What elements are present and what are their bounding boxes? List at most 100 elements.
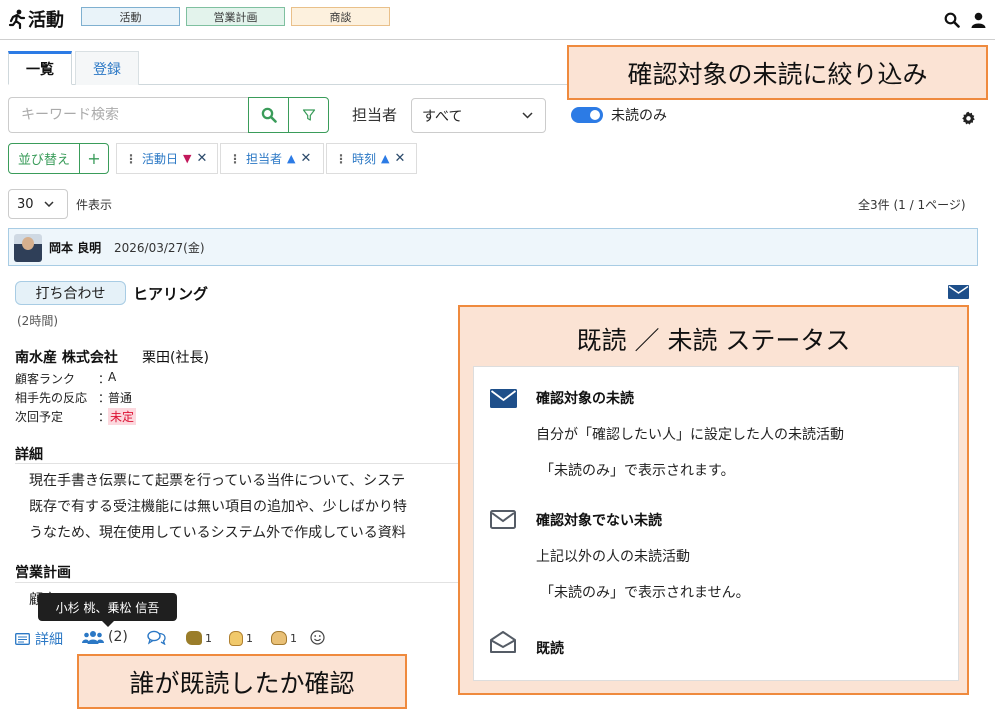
tab-list[interactable]: 一覧 bbox=[8, 51, 72, 85]
legend-title: 確認対象の未読 bbox=[536, 391, 634, 407]
user-name[interactable]: 岡本 良明 bbox=[49, 239, 101, 256]
sort-asc-icon[interactable]: ▲ bbox=[287, 152, 295, 165]
activity-header: 岡本 良明 2026/03/27(金) bbox=[8, 228, 978, 266]
tab-register[interactable]: 登録 bbox=[75, 51, 139, 85]
sort-chip-label: 時刻 bbox=[352, 152, 377, 166]
mail-open-icon bbox=[490, 631, 516, 657]
details-link[interactable]: 詳細 bbox=[15, 629, 63, 649]
mail-icon[interactable] bbox=[948, 285, 969, 299]
per-page-value: 30 bbox=[17, 196, 34, 212]
search-button[interactable] bbox=[248, 97, 289, 133]
readers-tooltip-text: 小杉 桃、乗松 信吾 bbox=[55, 600, 160, 615]
sort-chip-activity-date[interactable]: ⋮ 活動日 ▼ ✕ bbox=[116, 143, 218, 174]
details-line: 既存で有する受注機能には無い項目の追加や、少しばかり特 bbox=[29, 499, 407, 515]
search-icon[interactable] bbox=[943, 11, 961, 29]
plan-heading: 営業計画 bbox=[15, 565, 71, 581]
legend-title: 既読 bbox=[536, 641, 564, 657]
filter-button[interactable] bbox=[288, 97, 329, 133]
drag-handle-icon[interactable]: ⋮ bbox=[335, 152, 347, 166]
reaction-clap[interactable]: 1 bbox=[229, 631, 253, 646]
per-page-suffix: 件表示 bbox=[76, 198, 113, 212]
activity-date: 2026/03/27(金) bbox=[114, 241, 205, 255]
unread-only-toggle[interactable] bbox=[571, 107, 603, 123]
company-name[interactable]: 南水産 株式会社 bbox=[15, 347, 118, 367]
gear-icon[interactable] bbox=[960, 110, 976, 126]
nav-tab-label: 活動 bbox=[119, 10, 142, 24]
sort-chip-owner[interactable]: ⋮ 担当者 ▲ ✕ bbox=[220, 143, 324, 174]
top-bar: 活動 活動 営業計画 商談 bbox=[0, 0, 995, 40]
reaction-thumbs[interactable]: 1 bbox=[186, 631, 212, 645]
activity-type-badge: 打ち合わせ bbox=[15, 281, 126, 305]
duration: (2時間) bbox=[17, 314, 58, 328]
hand-icon bbox=[229, 631, 243, 646]
sort-chip-time[interactable]: ⋮ 時刻 ▲ ✕ bbox=[326, 143, 417, 174]
drag-handle-icon[interactable]: ⋮ bbox=[229, 152, 241, 166]
field-label-reaction: 相手先の反応 bbox=[15, 391, 88, 405]
owner-select[interactable]: すべて bbox=[411, 98, 546, 133]
reaction-count: 1 bbox=[246, 632, 253, 645]
sort-desc-icon[interactable]: ▼ bbox=[183, 152, 191, 165]
users-icon bbox=[82, 631, 104, 644]
tab-register-label: 登録 bbox=[93, 61, 121, 78]
sort-button[interactable]: 並び替え bbox=[8, 143, 80, 174]
nav-tab-deals[interactable]: 商談 bbox=[291, 7, 390, 26]
field-value-reaction: 普通 bbox=[108, 391, 133, 405]
chevron-down-icon bbox=[44, 201, 54, 207]
owner-label: 担当者 bbox=[352, 106, 398, 124]
details-line: 現在手書き伝票にて起票を行っている当件について、システ bbox=[29, 473, 406, 489]
legend-title: 確認対象でない未読 bbox=[536, 513, 662, 529]
close-icon[interactable]: ✕ bbox=[394, 151, 405, 166]
filter-callout: 確認対象の未読に絞り込み bbox=[567, 45, 988, 100]
sort-asc-icon[interactable]: ▲ bbox=[381, 152, 389, 165]
keyword-search-input[interactable] bbox=[8, 97, 249, 133]
search-icon bbox=[261, 107, 277, 123]
add-reaction-icon[interactable] bbox=[310, 630, 325, 649]
reaction-celebrate[interactable]: 1 bbox=[271, 631, 297, 645]
status-legend: 確認対象の未読 自分が「確認したい人」に設定した人の未読活動 「未読のみ」で表示… bbox=[473, 366, 959, 681]
divider bbox=[15, 582, 460, 583]
field-value-next: 未定 bbox=[108, 408, 137, 425]
reaction-count: 1 bbox=[290, 631, 297, 645]
legend-text: 自分が「確認したい人」に設定した人の未読活動 bbox=[536, 427, 844, 443]
avatar[interactable] bbox=[14, 234, 42, 262]
mail-unread-target-icon bbox=[490, 389, 517, 412]
close-icon[interactable]: ✕ bbox=[196, 151, 207, 166]
add-sort-label: + bbox=[87, 149, 101, 168]
owner-select-value: すべて bbox=[422, 108, 463, 125]
tab-list-label: 一覧 bbox=[26, 62, 54, 78]
sort-chip-label: 活動日 bbox=[142, 152, 179, 166]
document-icon bbox=[15, 633, 30, 645]
per-page-select[interactable]: 30 bbox=[8, 189, 68, 219]
drag-handle-icon[interactable]: ⋮ bbox=[125, 152, 137, 166]
sort-chip-label: 担当者 bbox=[246, 152, 283, 166]
comments-icon[interactable] bbox=[147, 630, 166, 649]
nav-tab-activity[interactable]: 活動 bbox=[81, 7, 180, 26]
readers-button[interactable]: (2) bbox=[82, 629, 128, 645]
nav-tab-label: 商談 bbox=[329, 10, 352, 24]
total-count: 全3件 (1 / 1ページ) bbox=[858, 198, 966, 212]
details-line: うなため、現在使用しているシステム外で作成している資料 bbox=[29, 525, 406, 541]
legend-text: 「未読のみ」で表示されません。 bbox=[540, 585, 750, 601]
app-title[interactable]: 活動 bbox=[8, 6, 64, 32]
user-icon[interactable] bbox=[969, 11, 987, 29]
sort-button-label: 並び替え bbox=[17, 153, 70, 168]
legend-text: 上記以外の人の未読活動 bbox=[536, 549, 690, 565]
field-label-next: 次回予定 bbox=[15, 410, 64, 424]
add-sort-button[interactable]: + bbox=[79, 143, 109, 174]
details-link-label: 詳細 bbox=[35, 632, 63, 648]
activity-title[interactable]: ヒアリング bbox=[133, 283, 208, 304]
runner-icon bbox=[8, 9, 26, 29]
legend-text: 「未読のみ」で表示されます。 bbox=[540, 463, 735, 479]
clapping-hands-icon bbox=[271, 631, 287, 645]
readers-tooltip: 小杉 桃、乗松 信吾 bbox=[38, 593, 177, 627]
field-value-rank: A bbox=[108, 370, 117, 384]
close-icon[interactable]: ✕ bbox=[300, 151, 311, 166]
reaction-count: 1 bbox=[205, 631, 212, 645]
nav-tab-sales-plan[interactable]: 営業計画 bbox=[186, 7, 285, 26]
field-label-rank: 顧客ランク bbox=[15, 372, 76, 386]
contact-name[interactable]: 栗田(社長) bbox=[142, 347, 209, 367]
chevron-down-icon bbox=[522, 112, 533, 119]
reader-callout-text: 誰が既読したか確認 bbox=[129, 668, 355, 698]
nav-tab-label: 営業計画 bbox=[213, 10, 258, 24]
app-title-label: 活動 bbox=[28, 10, 64, 31]
